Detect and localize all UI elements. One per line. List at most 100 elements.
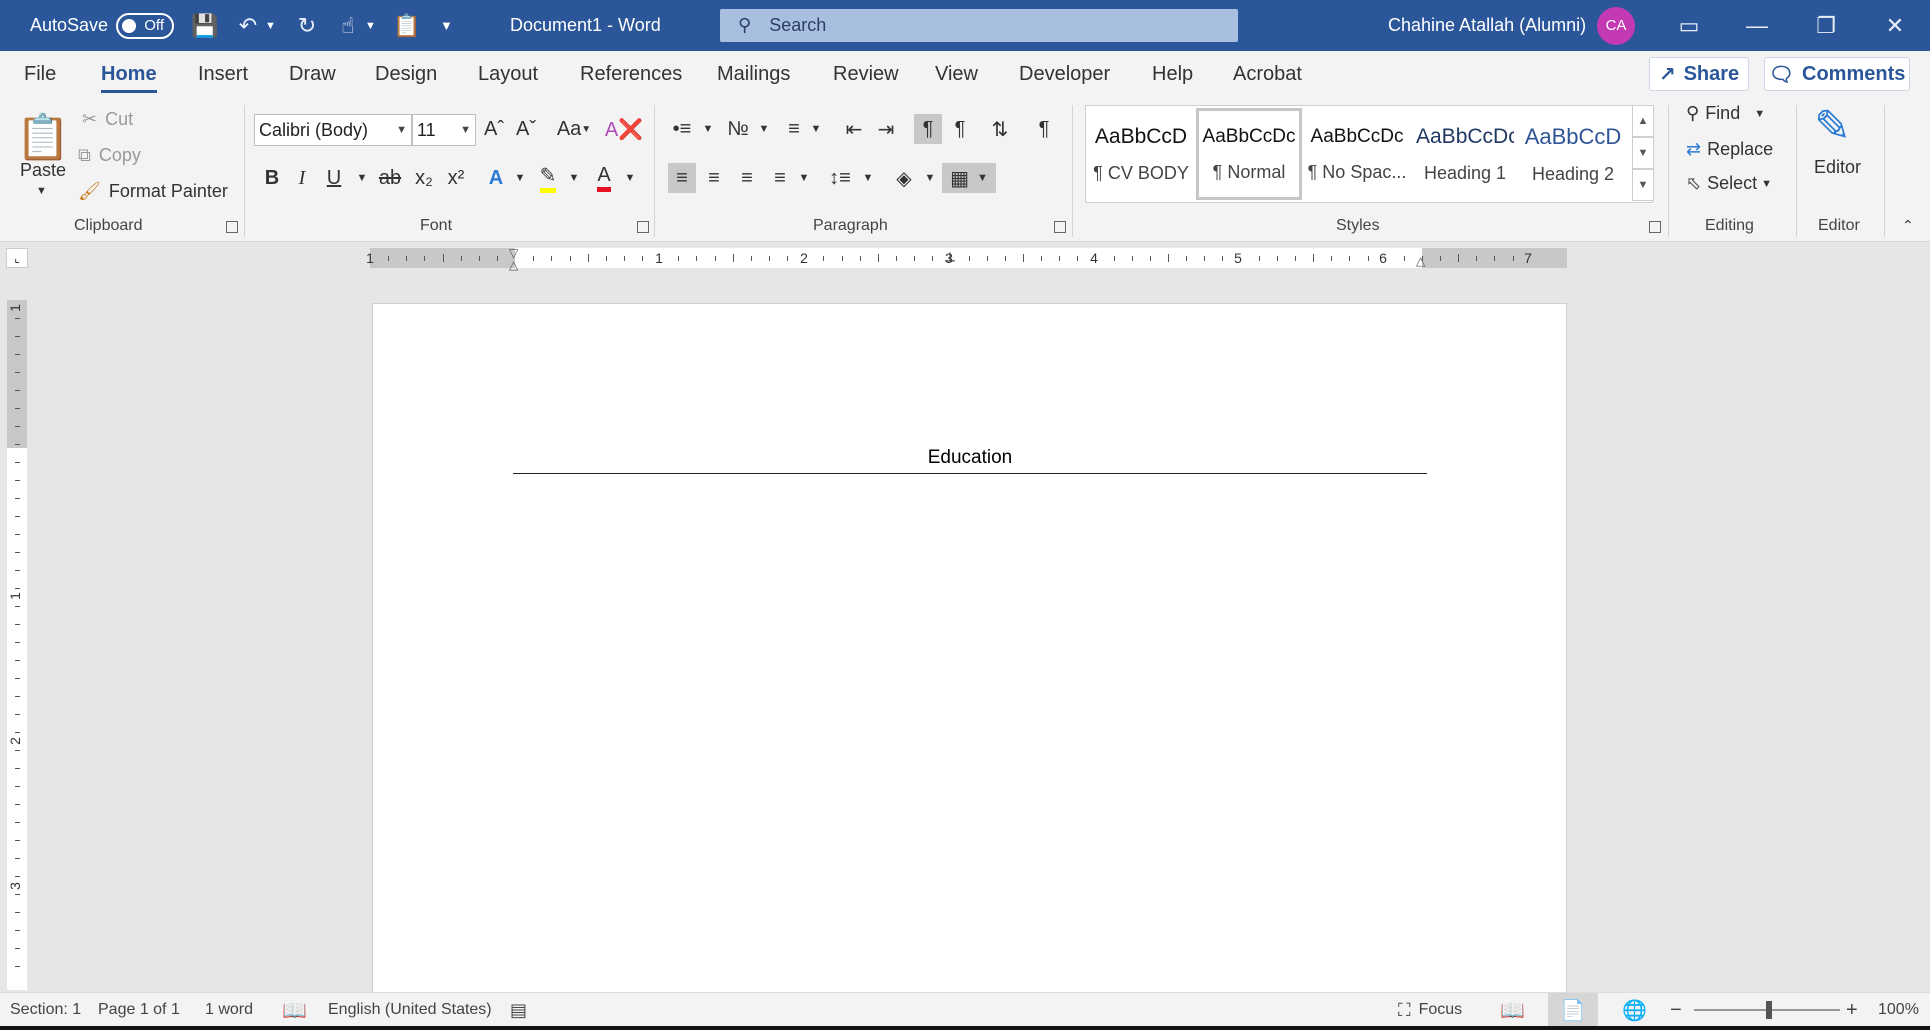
increase-indent-icon[interactable]: ⇥	[872, 114, 900, 144]
sort-icon[interactable]: ⇅	[986, 114, 1014, 144]
undo-dropdown-icon[interactable]: ▼	[265, 20, 276, 32]
zoom-slider-thumb[interactable]	[1766, 1001, 1772, 1019]
shrink-font-icon[interactable]: Aˇ	[512, 114, 540, 144]
scroll-down-icon[interactable]: ▼	[1632, 137, 1654, 169]
justify-dropdown-icon[interactable]: ▼	[790, 163, 818, 193]
align-left-icon[interactable]: ≡	[668, 163, 696, 193]
vertical-ruler[interactable]: 1 1 2 3	[7, 300, 27, 990]
font-color-dropdown-icon[interactable]: ▼	[616, 163, 644, 193]
zoom-level[interactable]: 100%	[1878, 993, 1919, 1027]
bold-icon[interactable]: B	[258, 163, 286, 193]
ribbon-display-options-icon[interactable]: ▭	[1674, 11, 1704, 41]
hanging-indent-marker[interactable]: △	[509, 258, 518, 272]
page-indicator[interactable]: Page 1 of 1	[98, 993, 180, 1027]
print-layout-icon[interactable]: 📄	[1548, 993, 1598, 1027]
tab-acrobat[interactable]: Acrobat	[1233, 51, 1302, 97]
clipboard-icon[interactable]: 📋	[392, 11, 422, 41]
autosave-toggle[interactable]: Off	[116, 12, 174, 39]
style-no-spacing[interactable]: AaBbCcDc ¶ No Spac...	[1304, 108, 1410, 200]
tab-view[interactable]: View	[935, 51, 978, 97]
paragraph-launcher-icon[interactable]	[1054, 221, 1066, 233]
rtl-icon[interactable]: ¶	[946, 114, 974, 144]
redo-icon[interactable]: ↻	[292, 11, 322, 41]
read-mode-icon[interactable]: 📖	[1500, 993, 1525, 1027]
share-button[interactable]: ↗ Share	[1649, 57, 1749, 91]
numbering-icon[interactable]: №	[724, 114, 752, 144]
proofing-icon[interactable]: 📖	[282, 993, 307, 1027]
restore-icon[interactable]: ❐	[1811, 11, 1841, 41]
superscript-icon[interactable]: x²	[442, 163, 470, 193]
macro-recording-icon[interactable]: ▤	[510, 993, 527, 1027]
font-launcher-icon[interactable]	[637, 221, 649, 233]
line-spacing-icon[interactable]: ↕≡	[826, 163, 854, 193]
close-icon[interactable]: ✕	[1880, 11, 1910, 41]
style-normal[interactable]: AaBbCcDc ¶ Normal	[1196, 108, 1302, 200]
tab-home[interactable]: Home	[101, 51, 157, 97]
editor-pen-icon[interactable]: ✎	[1814, 101, 1851, 152]
tab-developer[interactable]: Developer	[1019, 51, 1110, 97]
font-name-dropdown[interactable]: Calibri (Body) ▼	[254, 114, 412, 146]
styles-launcher-icon[interactable]	[1649, 221, 1661, 233]
touch-dropdown-icon[interactable]: ▼	[365, 20, 376, 32]
touch-mode-icon[interactable]: ☝	[333, 11, 363, 41]
clear-formatting-icon[interactable]: A❌	[605, 114, 643, 144]
tab-mailings[interactable]: Mailings	[717, 51, 790, 97]
italic-icon[interactable]: I	[288, 163, 316, 193]
highlight-icon[interactable]: ✎	[534, 163, 562, 193]
format-painter-button[interactable]: 🖌 Format Painter	[78, 181, 228, 202]
undo-icon[interactable]: ↶	[233, 11, 263, 41]
line-spacing-dropdown-icon[interactable]: ▼	[854, 163, 882, 193]
borders-icon[interactable]: ▦ ▼	[942, 163, 996, 193]
word-count[interactable]: 1 word	[205, 993, 253, 1027]
style-cv-body[interactable]: AaBbCcD ¶ CV BODY	[1088, 108, 1194, 200]
change-case-icon[interactable]: Aa ▼	[552, 114, 596, 144]
avatar[interactable]: CA	[1597, 6, 1635, 45]
document-page[interactable]: Education	[372, 303, 1567, 993]
strikethrough-icon[interactable]: ab	[376, 163, 404, 193]
show-paragraph-marks-icon[interactable]: ¶	[1030, 114, 1058, 144]
more-styles-icon[interactable]: ▼	[1632, 169, 1654, 201]
paste-icon[interactable]: 📋	[16, 107, 71, 167]
right-indent-marker[interactable]: △	[1416, 254, 1425, 268]
tab-insert[interactable]: Insert	[198, 51, 248, 97]
style-heading-1[interactable]: AaBbCcDc Heading 1	[1412, 108, 1518, 200]
editor-button[interactable]: Editor	[1814, 157, 1861, 178]
clipboard-launcher-icon[interactable]	[226, 221, 238, 233]
align-center-icon[interactable]: ≡	[700, 163, 728, 193]
paste-dropdown-icon[interactable]: ▼	[36, 185, 47, 197]
ltr-icon[interactable]: ¶	[914, 114, 942, 144]
search-box[interactable]: ⚲ Search	[720, 9, 1238, 42]
highlight-dropdown-icon[interactable]: ▼	[560, 163, 588, 193]
numbering-dropdown-icon[interactable]: ▼	[750, 114, 778, 144]
comments-button[interactable]: 🗨 Comments	[1764, 57, 1910, 91]
align-right-icon[interactable]: ≡	[733, 163, 761, 193]
style-heading-2[interactable]: AaBbCcD Heading 2	[1520, 108, 1626, 200]
collapse-ribbon-icon[interactable]: ⌃	[1902, 217, 1914, 234]
bullets-icon[interactable]: •≡	[668, 114, 696, 144]
tab-references[interactable]: References	[580, 51, 682, 97]
zoom-in-icon[interactable]: +	[1846, 993, 1858, 1027]
save-icon[interactable]: 💾	[190, 11, 220, 41]
copy-button[interactable]: ⧉ Copy	[78, 145, 141, 166]
center-tab-marker[interactable]: ┴	[945, 252, 955, 268]
web-layout-icon[interactable]: 🌐	[1622, 993, 1647, 1027]
underline-icon[interactable]: U	[320, 163, 348, 193]
user-name[interactable]: Chahine Atallah (Alumni)	[1388, 0, 1586, 51]
text-effects-dropdown-icon[interactable]: ▼	[506, 163, 534, 193]
tab-design[interactable]: Design	[375, 51, 437, 97]
section-indicator[interactable]: Section: 1	[10, 993, 81, 1027]
decrease-indent-icon[interactable]: ⇤	[840, 114, 868, 144]
tab-file[interactable]: File	[24, 51, 56, 97]
tab-help[interactable]: Help	[1152, 51, 1193, 97]
tab-review[interactable]: Review	[833, 51, 899, 97]
find-button[interactable]: ⚲ Find ▼	[1686, 103, 1765, 124]
focus-button[interactable]: ⛶ Focus	[1398, 993, 1462, 1027]
shading-icon[interactable]: ◈	[890, 163, 918, 193]
bullets-dropdown-icon[interactable]: ▼	[694, 114, 722, 144]
paste-button[interactable]: Paste	[20, 160, 66, 181]
horizontal-ruler[interactable]: 1 1 2 3 4 5 6 7 ▽ △ △ ┴	[366, 246, 1567, 272]
language-indicator[interactable]: English (United States)	[328, 993, 492, 1027]
tab-selector-icon[interactable]: ⌞	[6, 248, 28, 268]
multilevel-dropdown-icon[interactable]: ▼	[802, 114, 830, 144]
document-heading[interactable]: Education	[513, 447, 1427, 474]
